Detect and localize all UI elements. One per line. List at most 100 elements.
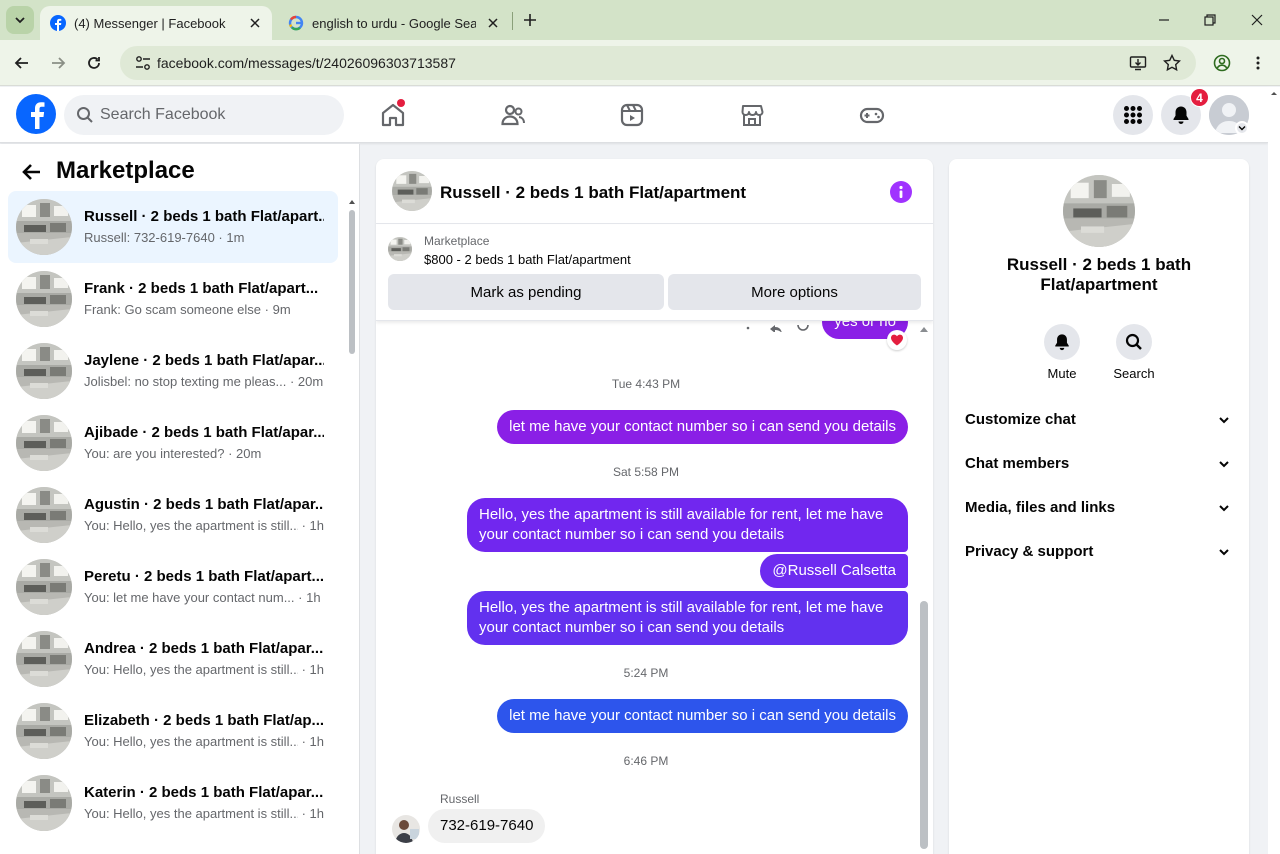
close-tab-icon[interactable] xyxy=(246,14,264,32)
timestamp: 6:46 PM xyxy=(623,754,669,768)
listing-title[interactable]: $800 - 2 beds 1 bath Flat/apartment xyxy=(424,252,631,267)
react-emoji-icon[interactable] xyxy=(795,320,811,336)
media-files-links-section[interactable]: Media, files and links xyxy=(957,486,1241,530)
last-message-text: Jolisbel: no stop texting me pleas... xyxy=(84,374,287,389)
message-bubble-incoming[interactable]: 732-619-7640 xyxy=(428,809,546,843)
conversation-item[interactable]: Russell · 2 beds 1 bath Flat/apart... Rus… xyxy=(8,191,338,263)
address-bar[interactable]: facebook.com/messages/t/2402609630371358… xyxy=(120,46,1196,80)
conversation-preview: You: Hello, yes the apartment is still..… xyxy=(84,734,324,749)
reload-icon xyxy=(88,57,100,69)
conversation-item[interactable]: Agustin · 2 beds 1 bath Flat/apar... You:… xyxy=(8,479,338,551)
chat-panel: Russell · 2 beds 1 bath Flat/apartment M… xyxy=(376,159,933,854)
message-bubble-outgoing[interactable]: let me have your contact number so i can… xyxy=(497,699,908,733)
sender-avatar[interactable] xyxy=(392,815,420,843)
last-message-text: You: Hello, yes the apartment is still..… xyxy=(84,806,298,821)
tab-google-search[interactable]: english to urdu - Google Search xyxy=(278,6,510,40)
scroll-up-arrow-icon[interactable] xyxy=(919,324,929,334)
nav-home[interactable] xyxy=(363,87,423,143)
facebook-search-box[interactable] xyxy=(64,95,344,135)
message-bubble-outgoing[interactable]: let me have your contact number so i can… xyxy=(497,410,908,444)
back-button[interactable] xyxy=(18,158,46,186)
privacy-support-section[interactable]: Privacy & support xyxy=(957,530,1241,574)
search-action[interactable]: Search xyxy=(1102,324,1166,381)
last-message-text: Frank: Go scam someone else xyxy=(84,302,262,317)
restore-button[interactable] xyxy=(1198,8,1222,32)
last-message-text: You: let me have your contact num... xyxy=(84,590,295,605)
facebook-search-input[interactable] xyxy=(100,95,330,135)
minimize-button[interactable] xyxy=(1152,8,1176,32)
message-bubble-outgoing[interactable]: Hello, yes the apartment is still availa… xyxy=(467,498,908,552)
bookmark-star-icon[interactable] xyxy=(1162,53,1182,73)
conversation-avatar xyxy=(16,487,72,543)
conversation-name: Elizabeth · 2 beds 1 bath Flat/ap... xyxy=(84,712,324,729)
chat-avatar[interactable] xyxy=(392,171,432,211)
last-message-text: You: Hello, yes the apartment is still..… xyxy=(84,518,298,533)
nav-marketplace[interactable] xyxy=(722,87,782,143)
more-options-button[interactable]: More options xyxy=(668,274,921,310)
tab-search-button[interactable] xyxy=(6,6,34,34)
page-scrollbar[interactable] xyxy=(1268,87,1280,854)
bell-icon xyxy=(1173,106,1189,124)
conversation-item[interactable]: Katerin · 2 beds 1 bath Flat/apar... You:… xyxy=(8,767,338,839)
customize-chat-section[interactable]: Customize chat xyxy=(957,398,1241,442)
tab-title: (4) Messenger | Facebook xyxy=(74,15,226,31)
mention-bubble-outgoing[interactable]: @Russell Calsetta xyxy=(760,554,908,588)
facebook-header: 4 xyxy=(0,87,1268,143)
separator-dot: · xyxy=(294,590,307,605)
heart-reaction-icon[interactable] xyxy=(887,330,907,350)
mark-as-pending-button[interactable]: Mark as pending xyxy=(388,274,664,310)
conversation-item[interactable]: Peretu · 2 beds 1 bath Flat/apart... You:… xyxy=(8,551,338,623)
chat-members-section[interactable]: Chat members xyxy=(957,442,1241,486)
last-message-time: 1h xyxy=(306,590,321,605)
chat-title[interactable]: Russell · 2 beds 1 bath Flat/apartment xyxy=(440,183,746,203)
site-settings-icon[interactable] xyxy=(134,54,152,72)
listing-thumbnail[interactable] xyxy=(388,237,412,261)
install-app-icon[interactable] xyxy=(1128,53,1148,73)
chat-scrollbar-thumb[interactable] xyxy=(920,601,928,849)
close-tab-icon[interactable] xyxy=(484,14,502,32)
contact-avatar[interactable] xyxy=(1063,175,1135,247)
forward-button[interactable] xyxy=(46,51,70,75)
profile-button[interactable] xyxy=(1210,51,1234,75)
menu-button[interactable] xyxy=(1113,95,1153,135)
close-window-button[interactable] xyxy=(1245,8,1269,32)
conversation-info-button[interactable] xyxy=(890,181,912,203)
conversation-item[interactable]: Ajibade · 2 beds 1 bath Flat/apar... You:… xyxy=(8,407,338,479)
conversation-preview: Russell: 732-619-7640 · 1m xyxy=(84,230,324,245)
more-actions-icon[interactable] xyxy=(740,320,756,336)
mute-action[interactable]: Mute xyxy=(1030,324,1094,381)
separator-dot: · xyxy=(297,662,310,677)
chevron-down-icon xyxy=(15,17,25,24)
marketplace-listing-card: Marketplace $800 - 2 beds 1 bath Flat/ap… xyxy=(376,225,933,321)
gaming-icon xyxy=(859,107,885,124)
nav-video[interactable] xyxy=(602,87,662,143)
facebook-logo[interactable] xyxy=(16,94,56,134)
tab-messenger[interactable]: (4) Messenger | Facebook xyxy=(40,6,272,40)
nav-gaming[interactable] xyxy=(842,87,902,143)
section-label: Media, files and links xyxy=(965,499,1116,516)
notifications-button[interactable]: 4 xyxy=(1161,88,1209,135)
mute-button[interactable] xyxy=(1044,324,1080,360)
message-bubble-outgoing[interactable]: Hello, yes the apartment is still availa… xyxy=(467,591,908,645)
separator-dot: · xyxy=(261,302,273,317)
conversation-item[interactable]: Jaylene · 2 beds 1 bath Flat/apar... Joli… xyxy=(8,335,338,407)
last-message-text: You: Hello, yes the apartment is still..… xyxy=(84,662,298,677)
conversation-item[interactable]: Elizabeth · 2 beds 1 bath Flat/ap... You:… xyxy=(8,695,338,767)
reply-icon[interactable] xyxy=(768,320,784,336)
back-button[interactable] xyxy=(10,51,34,75)
reload-button[interactable] xyxy=(82,51,106,75)
scrollbar-thumb[interactable] xyxy=(349,210,355,354)
conversation-name: Frank · 2 beds 1 bath Flat/apart... xyxy=(84,280,319,297)
timestamp: Sat 5:58 PM xyxy=(612,465,680,479)
nav-friends[interactable] xyxy=(483,87,543,143)
conversation-item[interactable]: Andrea · 2 beds 1 bath Flat/apar... You: … xyxy=(8,623,338,695)
conversation-item[interactable]: Frank · 2 beds 1 bath Flat/apart... Frank… xyxy=(8,263,338,335)
last-message-time: 1h xyxy=(309,662,324,677)
search-in-conversation-button[interactable] xyxy=(1116,324,1152,360)
browser-menu-button[interactable] xyxy=(1246,51,1270,75)
account-menu-chevron[interactable] xyxy=(1235,121,1249,135)
conversation-name: Agustin · 2 beds 1 bath Flat/apar... xyxy=(84,496,324,513)
last-message-time: 1m xyxy=(226,230,245,245)
new-tab-button[interactable] xyxy=(518,8,542,32)
conversation-preview: You: let me have your contact num... · 1… xyxy=(84,590,324,605)
